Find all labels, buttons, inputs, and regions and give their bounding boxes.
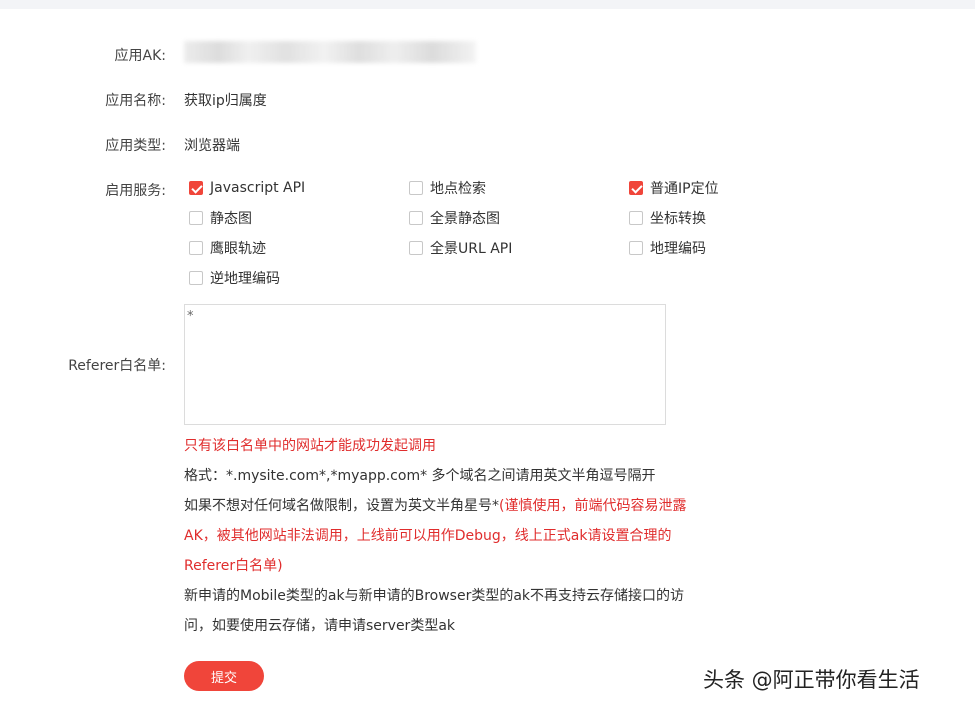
checkbox-icon[interactable] bbox=[409, 211, 423, 225]
wildcard-hint-text: 如果不想对任何域名做限制，设置为英文半角星号* bbox=[184, 498, 499, 514]
app-type-value: 浏览器端 bbox=[184, 138, 240, 154]
service-static-map[interactable]: 静态图 bbox=[189, 208, 252, 228]
app-name-value: 获取ip归属度 bbox=[184, 93, 267, 109]
service-eagle-track[interactable]: 鹰眼轨迹 bbox=[189, 238, 266, 258]
referer-label: Referer白名单: bbox=[68, 358, 166, 374]
service-coord-convert[interactable]: 坐标转换 bbox=[629, 208, 706, 228]
checkbox-icon[interactable] bbox=[629, 241, 643, 255]
service-label: 坐标转换 bbox=[650, 211, 706, 227]
checkbox-icon[interactable] bbox=[189, 241, 203, 255]
watermark: 头条 @阿正带你看生活 bbox=[703, 668, 920, 692]
service-label: Javascript API bbox=[210, 180, 306, 196]
app-name-label: 应用名称: bbox=[105, 93, 166, 109]
service-panorama-static[interactable]: 全景静态图 bbox=[409, 208, 500, 228]
checkbox-icon[interactable] bbox=[189, 211, 203, 225]
top-bar bbox=[0, 0, 975, 9]
whitelist-notice: 只有该白名单中的网站才能成功发起调用 bbox=[184, 438, 436, 454]
service-label: 全景URL API bbox=[430, 241, 513, 257]
checkbox-icon[interactable] bbox=[189, 271, 203, 285]
app-ak-value-blurred bbox=[184, 41, 476, 63]
service-ip-location[interactable]: 普通IP定位 bbox=[629, 178, 719, 198]
service-label: 地点检索 bbox=[430, 181, 486, 197]
service-label: 地理编码 bbox=[650, 241, 706, 257]
service-place-search[interactable]: 地点检索 bbox=[409, 178, 486, 198]
format-hint: 格式：*.mysite.com*,*myapp.com* 多个域名之间请用英文半… bbox=[184, 468, 656, 484]
service-label: 逆地理编码 bbox=[210, 271, 280, 287]
app-ak-label: 应用AK: bbox=[114, 48, 166, 64]
service-panorama-url-api[interactable]: 全景URL API bbox=[409, 238, 512, 258]
checkbox-icon[interactable] bbox=[409, 241, 423, 255]
checkbox-icon[interactable] bbox=[409, 181, 423, 195]
wildcard-warning: 如果不想对任何域名做限制，设置为英文半角星号*(谨慎使用，前端代码容易泄露AK，… bbox=[184, 491, 694, 581]
app-type-label: 应用类型: bbox=[105, 138, 166, 154]
service-label: 普通IP定位 bbox=[650, 181, 719, 197]
referer-whitelist-input[interactable] bbox=[184, 304, 666, 425]
submit-button[interactable]: 提交 bbox=[184, 661, 264, 691]
service-label: 全景静态图 bbox=[430, 211, 500, 227]
service-label: 鹰眼轨迹 bbox=[210, 241, 266, 257]
services-label: 启用服务: bbox=[105, 183, 166, 199]
service-javascript-api[interactable]: Javascript API bbox=[189, 178, 305, 198]
service-label: 静态图 bbox=[210, 211, 252, 227]
checkbox-icon[interactable] bbox=[629, 211, 643, 225]
service-geocoding[interactable]: 地理编码 bbox=[629, 238, 706, 258]
checkbox-icon[interactable] bbox=[629, 181, 643, 195]
cloud-storage-notice: 新申请的Mobile类型的ak与新申请的Browser类型的ak不再支持云存储接… bbox=[184, 588, 685, 634]
service-reverse-geocoding[interactable]: 逆地理编码 bbox=[189, 268, 280, 288]
checkbox-icon[interactable] bbox=[189, 181, 203, 195]
